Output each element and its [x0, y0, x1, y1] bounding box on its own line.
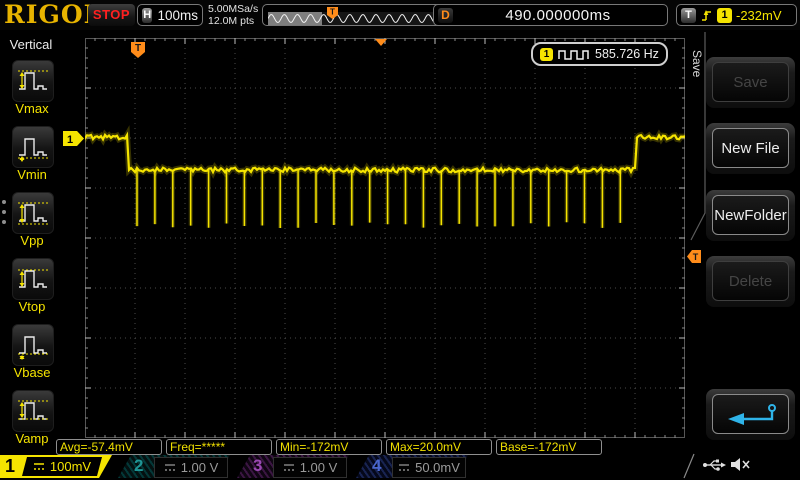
vtop-button[interactable]: [12, 258, 54, 300]
measure-freq: Freq=*****: [166, 439, 272, 455]
channel-2-status[interactable]: 2 1.00 V: [118, 455, 232, 478]
measure-min: Min=-172mV: [276, 439, 382, 455]
speaker-muted-icon: [731, 458, 750, 471]
dc-coupling-icon: [164, 464, 175, 471]
svg-text:T: T: [693, 252, 699, 262]
oscilloscope-screen: { "topbar": { "logo": "RIGOL", "run_stat…: [0, 0, 800, 480]
vamp-button[interactable]: [12, 390, 54, 432]
vamp-icon: [18, 400, 48, 420]
memory-depth: 12.0M pts: [208, 15, 255, 27]
channel-1-scale: 100mV: [22, 457, 102, 476]
channel-1-number: 1: [5, 456, 16, 476]
trigger-slope-icon: [702, 9, 711, 21]
menu-button-delete[interactable]: Delete: [706, 256, 795, 307]
trigger-level-marker[interactable]: T: [686, 249, 702, 264]
acquisition-info: 5.00MSa/s 12.0M pts: [208, 3, 258, 27]
measure-base: Base=-172mV: [496, 439, 602, 455]
page-indicator-dot: [2, 200, 6, 204]
svg-text:T: T: [330, 8, 335, 17]
dc-coupling-icon: [399, 464, 410, 471]
svg-text:T: T: [135, 43, 141, 54]
sidebar-title: Vertical: [9, 37, 53, 52]
run-state-badge[interactable]: STOP: [88, 4, 135, 26]
channel-4-number: 4: [372, 456, 382, 475]
vbase-icon: [18, 336, 48, 360]
trigger-level-value: -232mV: [736, 7, 782, 23]
waveform-display: T: [85, 38, 685, 438]
vmin-button[interactable]: [12, 126, 54, 168]
measure-avg: Avg=-57.4mV: [56, 439, 162, 455]
vtop-icon: [18, 269, 48, 288]
page-indicator-dot: [2, 210, 6, 214]
trigger-source-badge: 1: [717, 7, 732, 23]
menu-tab-save: Save: [690, 50, 704, 78]
vbase-button[interactable]: [12, 324, 54, 366]
freq-source-badge: 1: [540, 47, 553, 61]
vamp-label: Vamp: [15, 431, 49, 446]
timebase-value: 100ms: [157, 7, 198, 23]
timebase-readout[interactable]: H 100ms: [137, 4, 203, 26]
channel-2-number: 2: [134, 456, 144, 475]
vpp-label: Vpp: [20, 233, 44, 248]
vbase-label: Vbase: [13, 365, 51, 380]
svg-text:1: 1: [67, 134, 73, 146]
channel-3-scale: 1.00 V: [273, 457, 347, 478]
trigger-readout[interactable]: T 1 -232mV: [676, 4, 797, 26]
vmax-button[interactable]: [12, 60, 54, 102]
waveform-grid: T: [85, 38, 685, 438]
vtop-label: Vtop: [18, 299, 46, 314]
vmax-icon: [18, 70, 48, 90]
delay-value: 490.000000ms: [505, 6, 611, 24]
measurement-bar: Avg=-57.4mV Freq=***** Min=-172mV Max=20…: [56, 439, 602, 455]
vmin-label: Vmin: [17, 167, 47, 182]
h-badge: H: [142, 7, 153, 23]
freq-value: 585.726 Hz: [595, 47, 659, 61]
vmin-icon: [18, 138, 48, 162]
channel-4-status[interactable]: 4 50.0mV: [356, 455, 470, 478]
vpp-button[interactable]: [12, 192, 54, 234]
channel-3-number: 3: [253, 456, 263, 475]
dc-coupling-icon: [283, 464, 294, 471]
top-bar: RIGOL STOP H 100ms 5.00MSa/s 12.0M pts T…: [0, 0, 800, 30]
vpp-icon: [18, 202, 48, 225]
menu-button-save[interactable]: Save: [706, 57, 795, 108]
channel-2-scale: 1.00 V: [154, 457, 228, 478]
menu-button-new-file[interactable]: New File: [706, 123, 795, 174]
d-badge: D: [438, 7, 453, 23]
measure-max: Max=20.0mV: [386, 439, 492, 455]
dc-coupling-icon: [33, 463, 44, 470]
statusbar-divider: [683, 453, 695, 479]
channel-3-status[interactable]: 3 1.00 V: [237, 455, 351, 478]
vmax-label: Vmax: [15, 101, 49, 116]
menu-button-back[interactable]: [706, 389, 795, 440]
page-indicator-dot: [2, 220, 6, 224]
square-wave-icon: [558, 49, 589, 60]
sample-rate: 5.00MSa/s: [208, 3, 259, 15]
menu-button-new-folder[interactable]: NewFolder: [706, 190, 795, 241]
usb-icon: [703, 459, 726, 471]
delay-readout[interactable]: D 490.000000ms: [433, 4, 668, 26]
return-arrow-icon: [727, 404, 776, 425]
channel1-position-marker[interactable]: 1: [62, 130, 85, 147]
channel-1-status[interactable]: 1 100mV: [0, 455, 114, 478]
t-badge: T: [681, 7, 696, 23]
frequency-counter: 1 585.726 Hz: [531, 42, 668, 66]
memory-trigger-flag-icon: T: [327, 7, 338, 19]
channel-4-scale: 50.0mV: [392, 457, 466, 478]
